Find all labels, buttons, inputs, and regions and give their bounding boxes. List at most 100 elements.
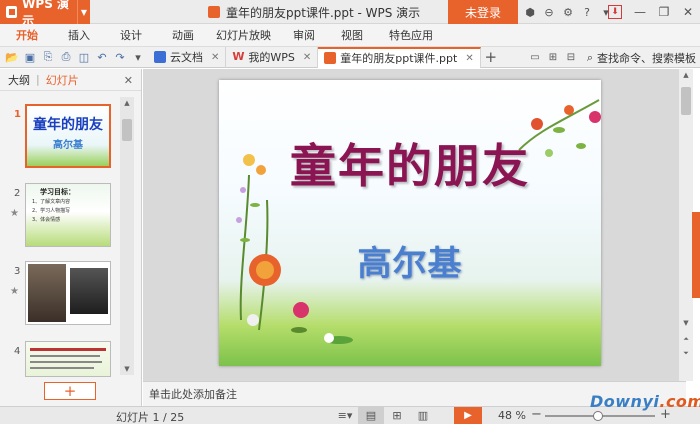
slide-thumbnail-2[interactable]: 学习目标： 1、了解文章内容 2、学习人物描写 3、体会情感 — [25, 183, 111, 247]
doc-tab-cloud[interactable]: 云文档 ✕ — [148, 46, 227, 68]
thumb-line — [30, 348, 106, 351]
settings-icon[interactable]: ⚙ — [560, 0, 576, 24]
app-menu-button[interactable]: WPS 演示 ▼ — [0, 0, 90, 28]
tab-outline[interactable]: 大纲 — [8, 72, 30, 88]
window-title: 童年的朋友ppt课件.ppt - WPS 演示 — [208, 0, 420, 24]
tab-view[interactable]: 视图 — [341, 24, 363, 46]
tab-special[interactable]: 特色应用 — [389, 24, 433, 46]
panel-tabs: 大纲 | 幻灯片 ✕ — [0, 69, 141, 91]
divider: | — [36, 73, 40, 86]
layout-icon[interactable]: ⊞ — [546, 49, 560, 65]
watermark-logo: Downyi.com — [590, 392, 700, 411]
slide-thumbnail-4[interactable] — [25, 341, 111, 377]
current-slide[interactable]: 童年的朋友 高尔基 — [219, 80, 601, 366]
wps-logo-icon — [6, 6, 18, 18]
reading-view-icon[interactable]: ▥ — [410, 407, 436, 424]
tab-home[interactable]: 开始 — [16, 24, 38, 46]
slide-sorter-icon[interactable]: ⊞ — [384, 407, 410, 424]
scroll-down-icon[interactable]: ▼ — [120, 365, 134, 373]
feedback-icon[interactable]: ⊖ — [541, 0, 557, 24]
doc-tab-current[interactable]: 童年的朋友ppt课件.ppt ✕ — [318, 46, 481, 68]
tab-animation[interactable]: 动画 — [172, 24, 194, 46]
search-label: 查找命令、搜索模板 — [597, 51, 696, 65]
thumb-line — [30, 367, 94, 369]
zoom-out-button[interactable]: − — [531, 407, 542, 422]
thumb-bullet: 3、体会情感 — [32, 217, 61, 223]
ribbon-tabs: 开始 插入 设计 动画 幻灯片放映 审阅 视图 特色应用 — [0, 24, 700, 46]
prev-slide-icon[interactable]: ⏶ — [679, 335, 693, 344]
download-icon[interactable]: ⬇ — [608, 5, 622, 19]
print-icon[interactable]: ⎙ — [58, 49, 74, 65]
normal-view-icon[interactable]: ▤ — [358, 407, 384, 424]
chevron-down-icon[interactable]: ▼ — [76, 0, 90, 24]
view-switcher: ≡▾ ▤ ⊞ ▥ — [332, 407, 436, 424]
next-slide-icon[interactable]: ⏷ — [679, 349, 693, 358]
panel-scrollbar[interactable]: ▲ ▼ — [120, 97, 134, 375]
maximize-button[interactable]: ❐ — [652, 0, 676, 24]
undo-icon[interactable]: ↶ — [94, 49, 110, 65]
export-icon[interactable]: ⎘ — [40, 49, 56, 65]
editor-scrollbar[interactable]: ▲ ▼ ⏶ ⏷ — [679, 69, 693, 381]
portrait-image — [28, 264, 66, 322]
play-slideshow-button[interactable]: ▶ — [454, 407, 482, 424]
help-icon[interactable]: ? — [579, 0, 595, 24]
command-search[interactable]: ⌕ 查找命令、搜索模板 — [587, 49, 696, 66]
slide-title[interactable]: 童年的朋友 — [219, 130, 601, 196]
slide-counter: 幻灯片 1 / 25 — [116, 411, 185, 424]
close-icon[interactable]: ✕ — [303, 52, 311, 63]
portrait-image — [70, 268, 108, 314]
slide-number: 2 — [14, 188, 21, 199]
scroll-thumb[interactable] — [122, 119, 132, 141]
watermark-suffix: .com — [659, 392, 700, 411]
add-slide-button[interactable]: + — [44, 382, 96, 400]
wps-icon: W — [232, 50, 245, 63]
tab-review[interactable]: 审阅 — [293, 24, 315, 46]
minimize-button[interactable]: — — [628, 0, 652, 24]
redo-icon[interactable]: ↷ — [112, 49, 128, 65]
slide-subtitle[interactable]: 高尔基 — [219, 236, 601, 285]
chevron-down-icon[interactable]: ▾ — [130, 49, 146, 65]
document-title: 童年的朋友ppt课件.ppt - WPS 演示 — [226, 5, 421, 20]
login-button[interactable]: 未登录 — [448, 0, 518, 24]
flower-decoration — [236, 99, 601, 344]
window-controls: ⬇ — ❐ ✕ — [602, 0, 700, 24]
skin-icon[interactable]: ⬢ — [522, 0, 538, 24]
thumb-title: 学习目标： — [40, 188, 75, 196]
preview-icon[interactable]: ◫ — [76, 49, 92, 65]
format-icon[interactable]: ≡▾ — [332, 407, 358, 424]
slide-number: 4 — [14, 346, 21, 357]
close-icon[interactable]: ✕ — [124, 74, 133, 87]
scroll-thumb[interactable] — [681, 87, 691, 115]
scroll-up-icon[interactable]: ▲ — [679, 71, 693, 79]
animation-star-icon: ★ — [10, 286, 19, 297]
thumb-title: 童年的朋友 — [33, 117, 103, 133]
slide-thumbnail-1[interactable]: 童年的朋友 高尔基 — [25, 104, 111, 168]
tile-icon[interactable]: ⊟ — [564, 49, 578, 65]
save-icon[interactable]: ▣ — [22, 49, 38, 65]
quick-access-icons: 📂 ▣ ⎘ ⎙ ◫ ↶ ↷ ▾ — [0, 49, 148, 65]
scroll-down-icon[interactable]: ▼ — [679, 319, 693, 327]
new-tab-button[interactable]: + — [481, 48, 501, 66]
close-icon[interactable]: ✕ — [465, 53, 473, 64]
ppt-file-icon — [208, 6, 220, 18]
slide-number: 1 — [14, 109, 21, 120]
thumb-line — [30, 355, 100, 357]
screen-icon[interactable]: ▭ — [528, 49, 542, 65]
close-icon[interactable]: ✕ — [211, 52, 219, 63]
scroll-up-icon[interactable]: ▲ — [120, 99, 134, 107]
cloud-doc-icon — [154, 51, 166, 63]
open-icon[interactable]: 📂 — [4, 49, 20, 65]
side-panel-toggle[interactable] — [692, 212, 700, 298]
tab-design[interactable]: 设计 — [120, 24, 142, 46]
tab-insert[interactable]: 插入 — [68, 24, 90, 46]
zoom-slider[interactable] — [545, 411, 655, 421]
slide-number: 3 — [14, 266, 21, 277]
slide-panel: 大纲 | 幻灯片 ✕ 1 童年的朋友 高尔基 2 ★ 学习目标： 1、了解文章内… — [0, 69, 142, 406]
doc-tab-mywps[interactable]: W 我的WPS ✕ — [226, 46, 319, 68]
slide-thumbnail-3[interactable] — [25, 261, 111, 325]
tab-slides[interactable]: 幻灯片 — [46, 72, 79, 88]
zoom-slider-knob[interactable] — [593, 411, 603, 421]
search-icon: ⌕ — [586, 50, 593, 64]
close-button[interactable]: ✕ — [676, 0, 700, 24]
tab-slideshow[interactable]: 幻灯片放映 — [216, 24, 271, 46]
